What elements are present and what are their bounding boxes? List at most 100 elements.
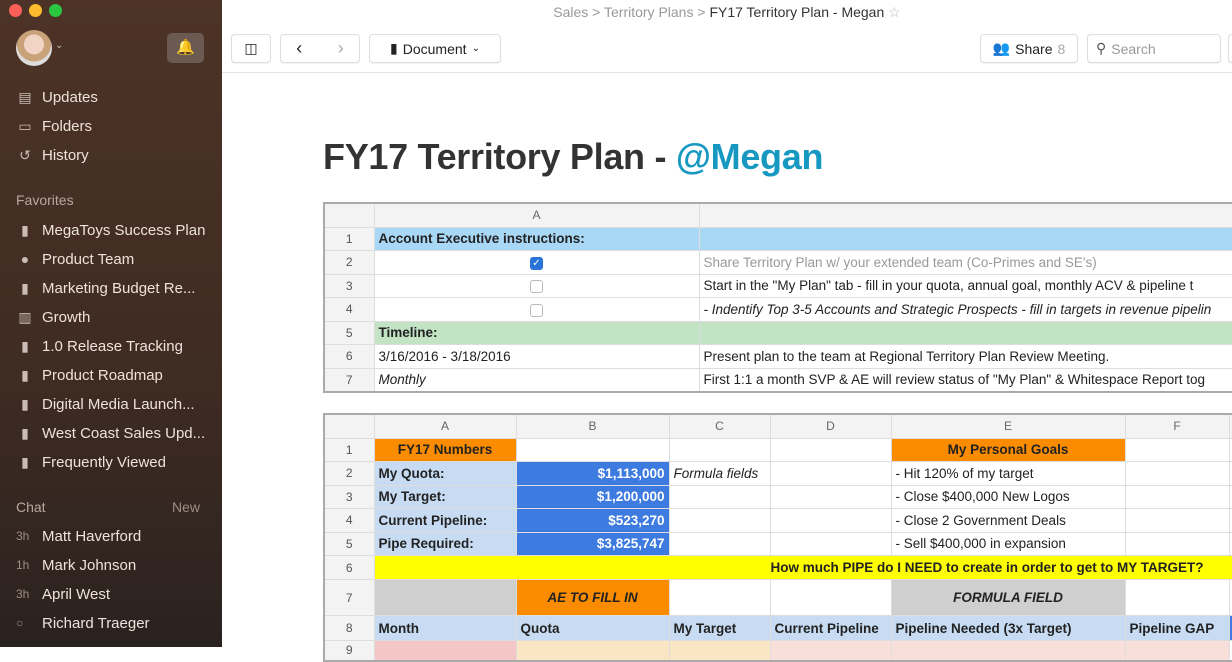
column-header[interactable]: C <box>668 413 771 439</box>
chat-item[interactable]: 3h April West <box>16 583 110 605</box>
cell-b[interactable]: $3,825,747 <box>515 531 670 556</box>
cell-b[interactable]: Present plan to the team at Regional Ter… <box>698 344 1232 369</box>
cell-e[interactable]: - Close 2 Government Deals <box>890 508 1126 533</box>
checkbox-cell[interactable] <box>373 273 700 298</box>
cell-b[interactable] <box>698 320 1232 345</box>
row-number[interactable]: 4 <box>323 297 375 322</box>
cell-b[interactable] <box>698 226 1232 251</box>
cell-a[interactable]: My Quota: <box>373 461 517 486</box>
cell-f[interactable] <box>1124 579 1230 616</box>
cell-b[interactable]: First 1:1 a month SVP & AE will review s… <box>698 367 1232 392</box>
checkbox-checked[interactable]: ✓ <box>530 256 543 270</box>
cell-f[interactable]: Pipeline GAP <box>1124 615 1230 641</box>
column-header[interactable]: A <box>373 413 517 439</box>
checkbox-cell[interactable]: ✓ <box>373 250 700 275</box>
cell-b[interactable]: Share Territory Plan w/ your extended te… <box>698 250 1232 275</box>
row-number[interactable]: 7 <box>323 367 375 392</box>
chat-item[interactable]: 3h Matt Haverford <box>16 525 141 547</box>
cell-f[interactable] <box>1124 640 1230 661</box>
cell-c[interactable]: My Target <box>668 615 771 641</box>
sidebar-item-history[interactable]: ↺ History <box>16 144 89 166</box>
column-header[interactable] <box>323 202 375 228</box>
cell-d[interactable] <box>769 484 892 509</box>
cell-b[interactable] <box>515 640 670 661</box>
favorite-item[interactable]: ▮ 1.0 Release Tracking <box>16 335 183 357</box>
favorite-item[interactable]: ▮ Product Roadmap <box>16 364 163 386</box>
cell-b[interactable]: Quota <box>515 615 670 641</box>
cell-b[interactable]: $1,113,000 <box>515 461 670 486</box>
chevron-down-icon[interactable]: ⌄ <box>55 40 63 51</box>
forward-button[interactable]: › <box>338 38 344 59</box>
cell-c[interactable] <box>668 484 771 509</box>
mention-link[interactable]: @Megan <box>676 136 824 177</box>
new-chat-button[interactable]: New <box>172 499 200 515</box>
row-number[interactable]: 1 <box>323 226 375 251</box>
cell-c[interactable] <box>668 579 771 616</box>
cell-c[interactable]: Formula fields <box>668 461 771 486</box>
cell-c[interactable] <box>668 640 771 661</box>
column-header[interactable]: A <box>373 202 700 228</box>
cell-d[interactable] <box>769 640 892 661</box>
document-menu-button[interactable]: ▮ Document ⌄ <box>369 34 501 63</box>
cell-e[interactable]: - Hit 120% of my target <box>890 461 1126 486</box>
cell-a[interactable]: My Target: <box>373 484 517 509</box>
breadcrumb-territory-plans[interactable]: Territory Plans <box>604 4 693 20</box>
row-number[interactable]: 7 <box>323 579 375 616</box>
cell-b[interactable] <box>515 437 670 462</box>
cell-d[interactable] <box>769 531 892 556</box>
checkbox-unchecked[interactable] <box>530 280 543 294</box>
row-number[interactable]: 6 <box>323 344 375 369</box>
cell-a[interactable]: Current Pipeline: <box>373 508 517 533</box>
sidebar-item-updates[interactable]: ▤ Updates <box>16 86 98 108</box>
favorite-item[interactable]: ▮ West Coast Sales Upd... <box>16 422 205 444</box>
cell-a[interactable] <box>373 640 517 661</box>
cell-f[interactable] <box>1124 461 1230 486</box>
cell-a[interactable]: Month <box>373 615 517 641</box>
row-number[interactable]: 4 <box>323 508 375 533</box>
row-number[interactable]: 2 <box>323 461 375 486</box>
cell-b[interactable]: Start in the "My Plan" tab - fill in you… <box>698 273 1232 298</box>
cell-b[interactable]: $523,270 <box>515 508 670 533</box>
sidebar-item-folders[interactable]: ▭ Folders <box>16 115 92 137</box>
cell-c[interactable] <box>668 531 771 556</box>
favorite-item[interactable]: ▮ Digital Media Launch... <box>16 393 194 415</box>
cell-e[interactable] <box>890 640 1126 661</box>
zoom-window-button[interactable] <box>49 4 62 17</box>
cell-b[interactable]: $1,200,000 <box>515 484 670 509</box>
avatar[interactable] <box>16 30 52 66</box>
share-button[interactable]: 👥 Share 8 <box>980 34 1078 63</box>
cell-a[interactable]: Timeline: <box>373 320 700 345</box>
cell-f[interactable] <box>1124 437 1230 462</box>
row-number[interactable]: 3 <box>323 273 375 298</box>
column-header[interactable]: E <box>890 413 1126 439</box>
favorite-item[interactable]: ▮ Frequently Viewed <box>16 451 166 473</box>
cell-c[interactable] <box>668 508 771 533</box>
favorite-item[interactable]: ▮ MegaToys Success Plan <box>16 219 205 241</box>
cell-e[interactable]: FORMULA FIELD <box>890 579 1126 616</box>
cell-d[interactable] <box>769 508 892 533</box>
cell-f[interactable] <box>1124 531 1230 556</box>
column-header[interactable]: D <box>769 413 892 439</box>
star-icon[interactable]: ☆ <box>888 4 901 20</box>
banner-cell[interactable]: How much PIPE do I NEED to create in ord… <box>373 555 1232 580</box>
favorite-item[interactable]: ▥ Growth <box>16 306 90 328</box>
row-number[interactable]: 1 <box>323 437 375 462</box>
cell-e[interactable]: My Personal Goals <box>890 437 1126 462</box>
row-number[interactable]: 8 <box>323 615 375 641</box>
cell-e[interactable]: Pipeline Needed (3x Target) <box>890 615 1126 641</box>
chat-item[interactable]: ○ Richard Traeger <box>16 612 150 634</box>
column-header[interactable]: F <box>1124 413 1230 439</box>
column-header[interactable]: B <box>515 413 670 439</box>
row-number[interactable]: 5 <box>323 320 375 345</box>
breadcrumb-sales[interactable]: Sales <box>553 4 588 20</box>
back-button[interactable]: ‹ <box>296 38 302 59</box>
search-input[interactable]: ⚲ Search <box>1087 34 1221 63</box>
minimize-window-button[interactable] <box>29 4 42 17</box>
cell-a[interactable]: Account Executive instructions: <box>373 226 700 251</box>
row-number[interactable]: 6 <box>323 555 375 580</box>
toggle-sidebar-button[interactable]: ◫ <box>231 34 271 63</box>
cell-a[interactable]: Monthly <box>373 367 700 392</box>
cell-b[interactable]: AE TO FILL IN <box>515 579 670 616</box>
cell-b[interactable]: - Indentify Top 3-5 Accounts and Strateg… <box>698 297 1232 322</box>
cell-a[interactable]: Pipe Required: <box>373 531 517 556</box>
